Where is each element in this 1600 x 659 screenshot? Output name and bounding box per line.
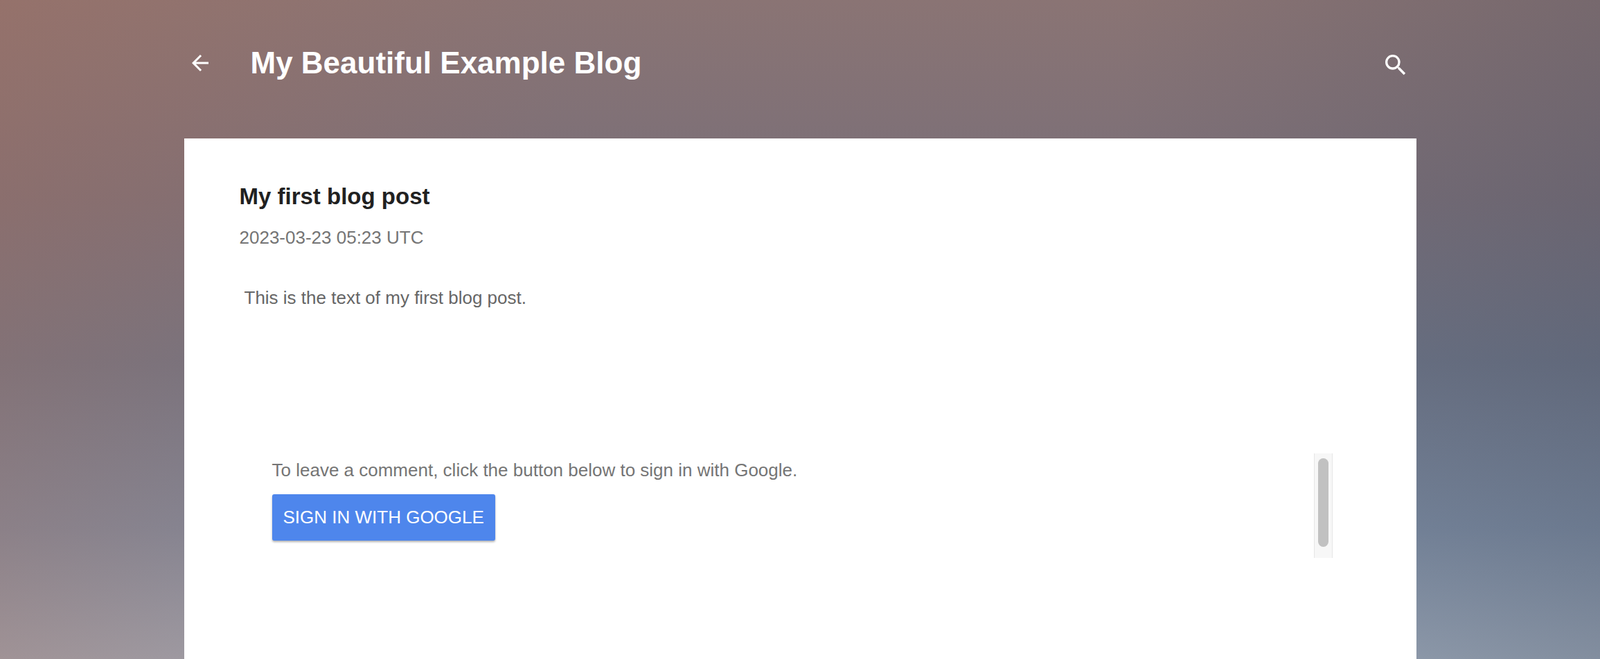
sign-in-button[interactable]: SIGN IN WITH GOOGLE bbox=[272, 494, 496, 541]
comment-frame: To leave a comment, click the button bel… bbox=[272, 453, 1333, 559]
back-arrow-icon bbox=[187, 50, 213, 76]
blog-title[interactable]: My Beautiful Example Blog bbox=[250, 45, 643, 82]
header: My Beautiful Example Blog bbox=[184, 0, 1417, 139]
post-date: 2023-03-23 05:23 UTC bbox=[239, 225, 1362, 250]
comment-scrollbar[interactable] bbox=[1313, 453, 1333, 559]
page-background: My Beautiful Example Blog My first blog … bbox=[0, 0, 1600, 659]
post-title: My first blog post bbox=[239, 182, 1362, 211]
search-icon bbox=[1381, 51, 1410, 79]
comment-prompt: To leave a comment, click the button bel… bbox=[272, 458, 1314, 483]
search-button[interactable] bbox=[1381, 51, 1410, 79]
post-body: This is the text of my first blog post. bbox=[244, 286, 1362, 310]
back-button[interactable] bbox=[187, 50, 213, 76]
scrollbar-thumb[interactable] bbox=[1318, 458, 1329, 548]
post-card: My first blog post 2023-03-23 05:23 UTC … bbox=[184, 138, 1417, 659]
